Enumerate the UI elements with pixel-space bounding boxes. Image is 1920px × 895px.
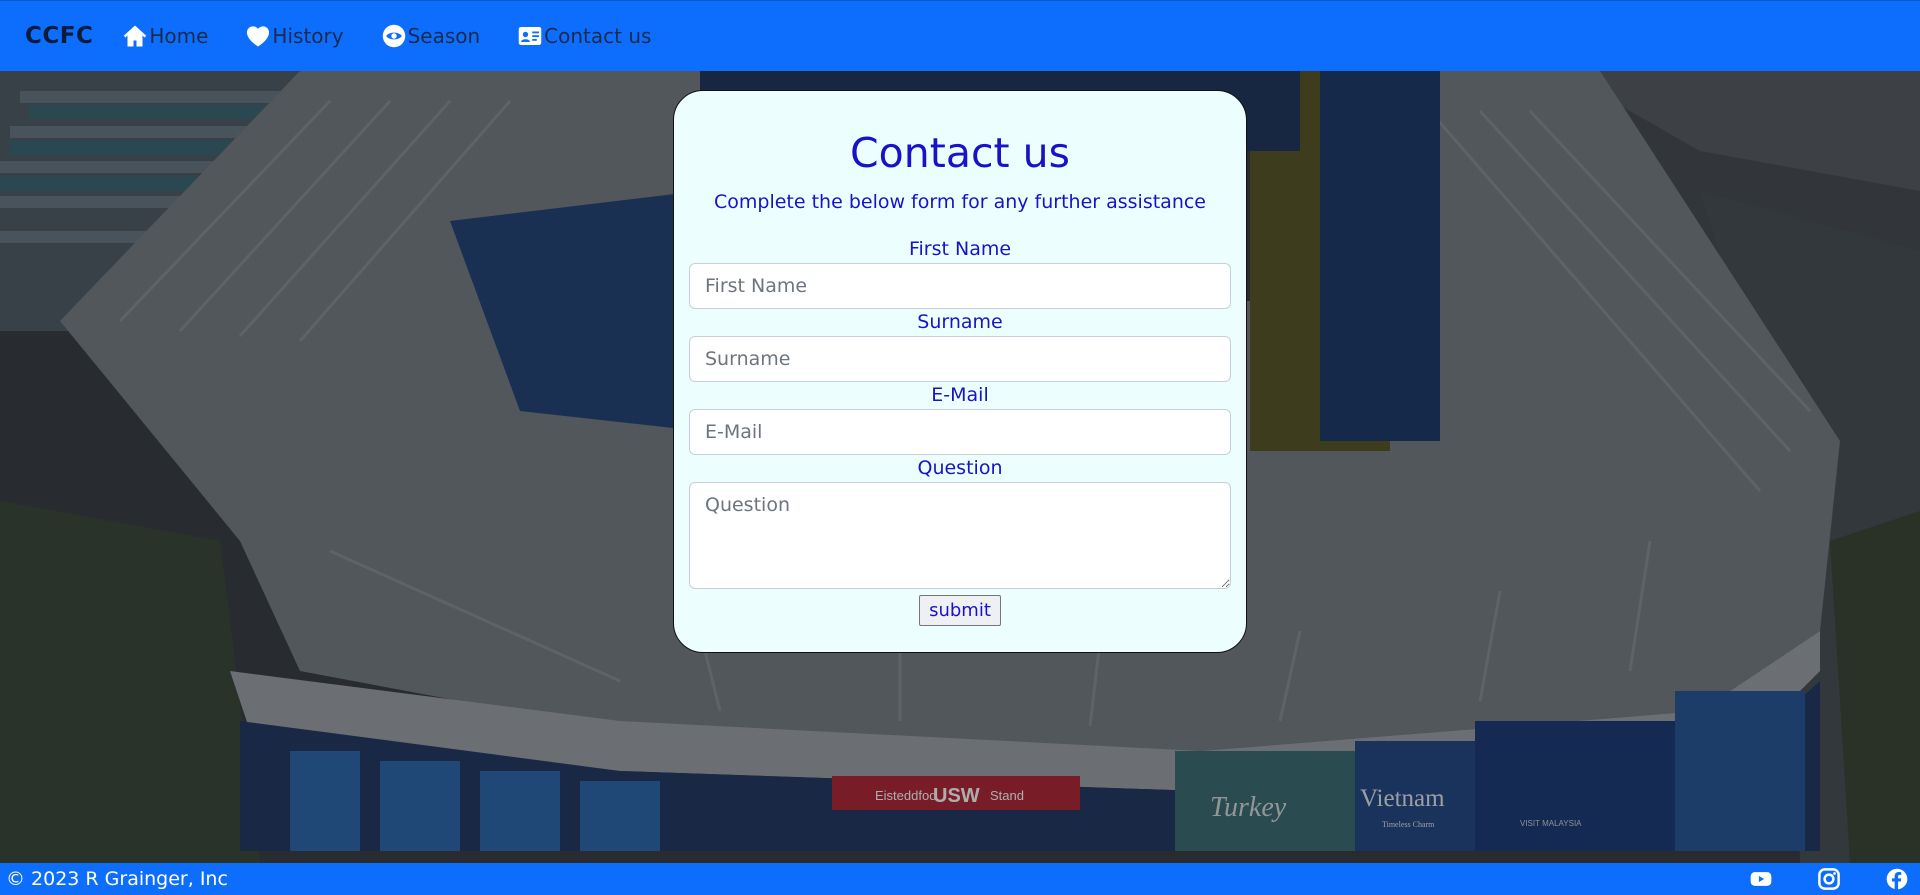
- email-input[interactable]: [689, 409, 1231, 455]
- question-textarea[interactable]: [689, 482, 1231, 589]
- house-icon: [124, 25, 147, 47]
- nav-label: Contact us: [544, 24, 652, 48]
- instagram-link[interactable]: [1818, 868, 1840, 890]
- contact-form-card: Contact us Complete the below form for a…: [673, 90, 1247, 653]
- social-links: [1704, 868, 1920, 890]
- surname-label: Surname: [917, 311, 1003, 333]
- nav-item-history[interactable]: History: [246, 24, 344, 48]
- first-name-input[interactable]: [689, 263, 1231, 309]
- form-subtitle: Complete the below form for any further …: [714, 191, 1206, 213]
- first-name-label: First Name: [908, 238, 1012, 260]
- email-label: E-Mail: [931, 384, 989, 406]
- brand-logo[interactable]: CCFC: [25, 23, 93, 49]
- eye-icon: [382, 24, 405, 48]
- form-title: Contact us: [850, 129, 1070, 177]
- nav-item-home[interactable]: Home: [123, 24, 208, 48]
- youtube-icon: [1750, 872, 1772, 886]
- facebook-icon: [1886, 868, 1908, 890]
- top-navbar: CCFC Home History Season Contact us: [0, 0, 1920, 71]
- nav-label: Home: [149, 24, 209, 48]
- youtube-link[interactable]: [1750, 868, 1772, 890]
- footer: © 2023 R Grainger, Inc: [0, 863, 1920, 895]
- nav-item-contact[interactable]: Contact us: [518, 24, 651, 48]
- person-card-icon: [518, 27, 542, 45]
- nav-label: History: [272, 24, 344, 48]
- copyright-text: © 2023 R Grainger, Inc: [6, 868, 228, 890]
- nav-item-season[interactable]: Season: [382, 24, 481, 48]
- surname-input[interactable]: [689, 336, 1231, 382]
- question-label: Question: [917, 457, 1003, 479]
- submit-button[interactable]: submit: [919, 595, 1001, 626]
- facebook-link[interactable]: [1886, 868, 1908, 890]
- instagram-icon: [1818, 868, 1840, 890]
- heart-icon: [247, 26, 270, 47]
- nav-label: Season: [407, 24, 481, 48]
